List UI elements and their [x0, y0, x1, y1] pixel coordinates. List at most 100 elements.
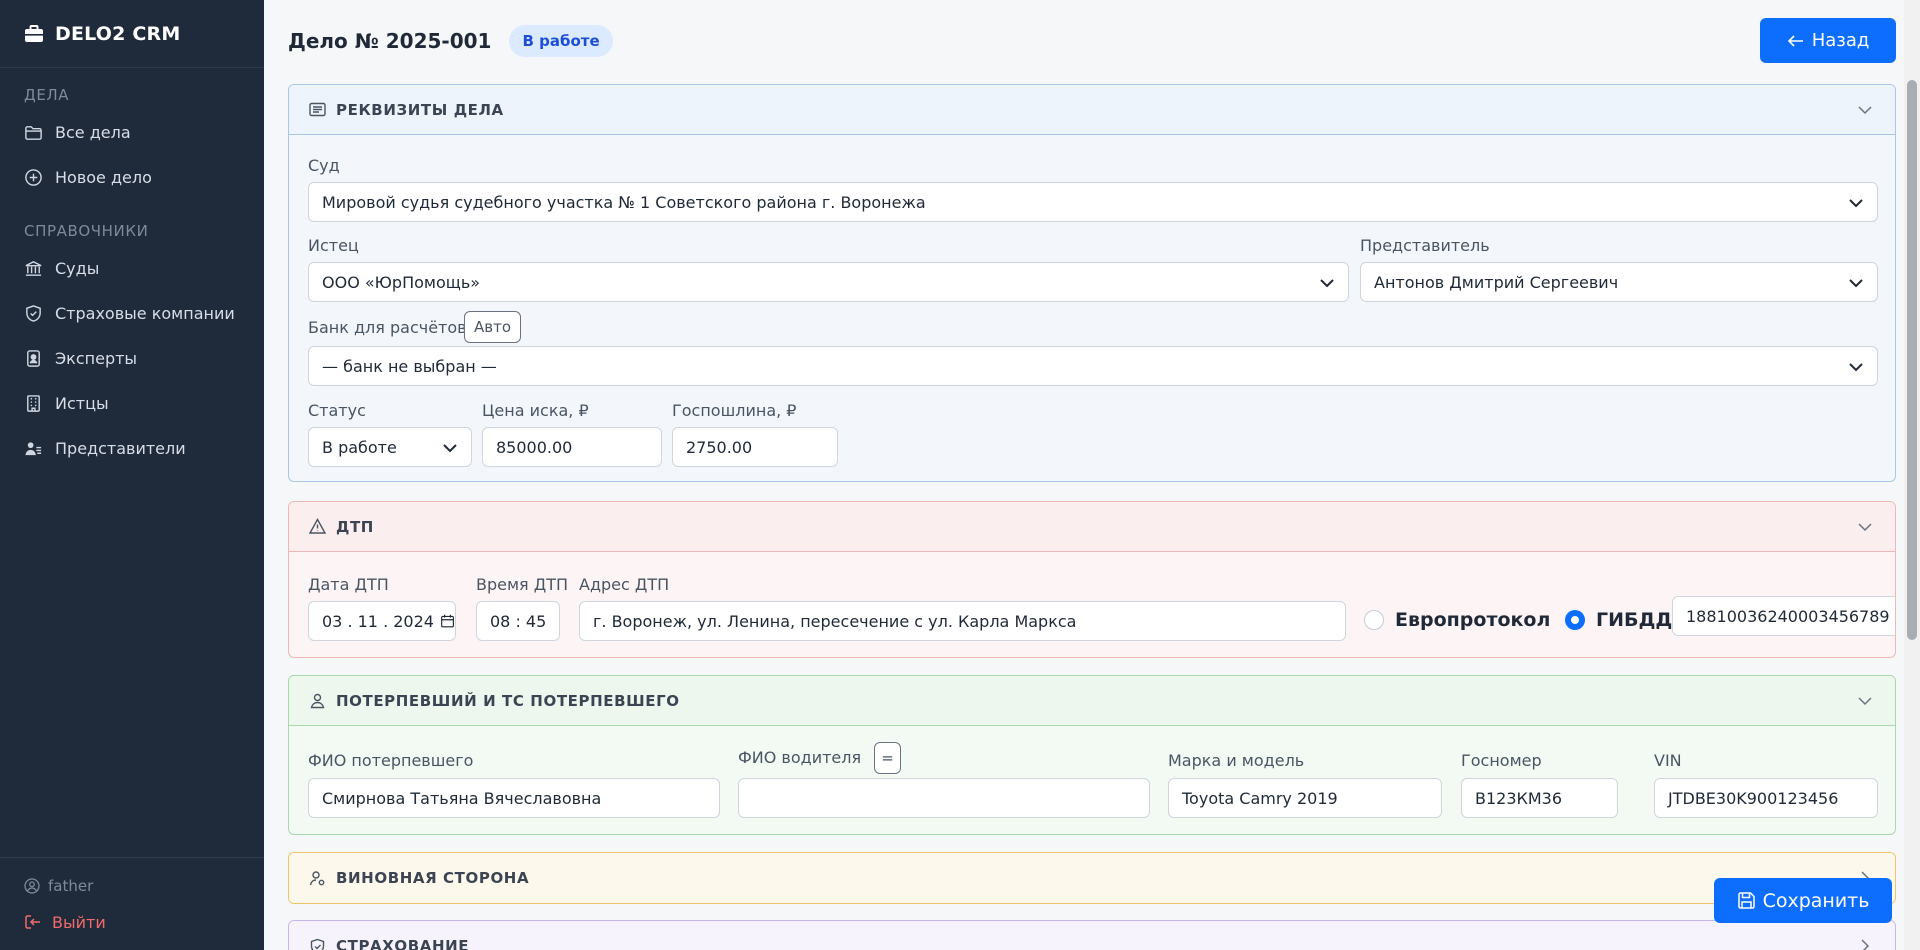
bank-icon: [25, 261, 42, 276]
price-input[interactable]: 85000.00: [482, 427, 662, 467]
gibdd-number-input[interactable]: 18810036240003456789: [1672, 596, 1895, 636]
victim-name-label: ФИО потерпевшего: [308, 751, 474, 770]
vin-value: JTDBE30K900123456: [1668, 788, 1839, 808]
sidebar-item-new-case[interactable]: Новое дело: [0, 155, 264, 200]
sidebar-item-plaintiffs[interactable]: Истцы: [0, 381, 264, 426]
vin-label: VIN: [1654, 751, 1682, 770]
building-icon: [27, 395, 40, 412]
current-user: father: [0, 868, 264, 904]
sidebar-item-courts[interactable]: Суды: [0, 246, 264, 291]
car-model-input[interactable]: Toyota Camry 2019: [1168, 778, 1442, 818]
radio-gibdd[interactable]: ГИБДД: [1565, 609, 1672, 631]
radio-label: ГИБДД: [1596, 609, 1673, 631]
sidebar-item-label: Истцы: [55, 394, 109, 413]
radio-dot: [1364, 610, 1384, 630]
back-button[interactable]: Назад: [1760, 18, 1896, 63]
page-scrollbar[interactable]: [1904, 0, 1920, 950]
insurance-header[interactable]: СТРАХОВАНИЕ: [289, 921, 1895, 950]
victim-name-input[interactable]: Смирнова Татьяна Вячеславовна: [308, 778, 720, 818]
chevron-down-icon: [443, 444, 457, 453]
accident-time-value: 08 : 45: [490, 611, 547, 631]
driver-name-input[interactable]: [738, 778, 1150, 818]
brand-name: DELO2 CRM: [55, 22, 181, 45]
chevron-down-icon: [1858, 697, 1872, 706]
back-button-label: Назад: [1811, 30, 1870, 51]
court-label: Суд: [308, 156, 340, 175]
chevron-down-icon: [1858, 523, 1872, 532]
status-select[interactable]: В работе: [308, 427, 472, 467]
guilty-party-header[interactable]: ВИНОВНАЯ СТОРОНА: [289, 853, 1895, 903]
card-title: ВИНОВНАЯ СТОРОНА: [336, 869, 530, 887]
person-gear-icon: [309, 870, 325, 885]
plate-value: В123КМ36: [1475, 788, 1563, 808]
chevron-down-icon: [1849, 199, 1863, 208]
case-details-card: РЕКВИЗИТЫ ДЕЛА Суд Мировой судья судебно…: [288, 84, 1896, 482]
price-value: 85000.00: [496, 437, 573, 457]
accident-date-input[interactable]: 03 . 11 . 2024: [308, 601, 456, 641]
sidebar-item-label: Страховые компании: [55, 304, 235, 323]
sidebar-item-experts[interactable]: Эксперты: [0, 336, 264, 381]
radio-label: Европротокол: [1395, 609, 1551, 631]
sidebar-item-label: Суды: [55, 259, 100, 278]
username: father: [48, 877, 94, 895]
plate-input[interactable]: В123КМ36: [1461, 778, 1618, 818]
fee-value: 2750.00: [686, 437, 753, 457]
car-model-label: Марка и модель: [1168, 751, 1305, 770]
chevron-down-icon: [1849, 279, 1863, 288]
accident-header[interactable]: ДТП: [289, 502, 1895, 552]
badge-icon: [27, 350, 40, 367]
fee-label: Госпошлина, ₽: [672, 401, 797, 420]
sidebar-item-all-cases[interactable]: Все дела: [0, 110, 264, 155]
brand[interactable]: DELO2 CRM: [0, 0, 264, 68]
victim-name-value: Смирнова Татьяна Вячеславовна: [322, 788, 602, 808]
plaintiff-select[interactable]: ООО «ЮрПомощь»: [308, 262, 1349, 302]
sidebar-item-label: Эксперты: [55, 349, 138, 368]
radio-europrotocol[interactable]: Европротокол: [1364, 609, 1550, 631]
people-icon: [25, 442, 42, 456]
gibdd-number-value: 18810036240003456789: [1686, 606, 1890, 626]
vin-input[interactable]: JTDBE30K900123456: [1654, 778, 1878, 818]
shield-check-icon: [310, 938, 325, 950]
calendar-icon[interactable]: [440, 612, 455, 630]
status-value: В работе: [322, 437, 397, 457]
driver-name-label: ФИО водителя: [738, 748, 862, 767]
copy-victim-button[interactable]: =: [874, 742, 901, 774]
accident-address-input[interactable]: г. Воронеж, ул. Ленина, пересечение с ул…: [579, 601, 1346, 641]
page-title: Дело № 2025-001: [288, 29, 492, 53]
card-title: СТРАХОВАНИЕ: [336, 937, 470, 950]
sidebar-item-label: Все дела: [55, 123, 131, 142]
radio-dot-selected: [1565, 610, 1585, 630]
representative-label: Представитель: [1360, 236, 1490, 255]
accident-card: ДТП Дата ДТП 03 . 11 . 2024 Время ДТП 08…: [288, 501, 1896, 658]
sidebar-item-insurers[interactable]: Страховые компании: [0, 291, 264, 336]
save-button[interactable]: Сохранить: [1714, 878, 1892, 923]
scrollbar-thumb[interactable]: [1907, 80, 1917, 640]
accident-address-label: Адрес ДТП: [579, 575, 670, 594]
victim-header[interactable]: ПОТЕРПЕВШИЙ И ТС ПОТЕРПЕВШЕГО: [289, 676, 1895, 726]
logout-label: Выйти: [52, 912, 106, 932]
logout-icon: [25, 915, 40, 929]
car-model-value: Toyota Camry 2019: [1182, 788, 1338, 808]
sidebar-item-representatives[interactable]: Представители: [0, 426, 264, 471]
folder-icon: [25, 126, 42, 140]
sidebar: DELO2 CRM ДЕЛА Все дела Новое дело СПРАВ…: [0, 0, 264, 950]
page-header: Дело № 2025-001 В работе: [288, 20, 613, 62]
person-icon: [310, 693, 325, 709]
bank-auto-button[interactable]: Авто: [464, 311, 521, 343]
chevron-down-icon: [1849, 363, 1863, 372]
representative-value: Антонов Дмитрий Сергеевич: [1374, 272, 1619, 292]
nav-section-references: СПРАВОЧНИКИ: [24, 222, 149, 240]
representative-select[interactable]: Антонов Дмитрий Сергеевич: [1360, 262, 1878, 302]
bank-select[interactable]: — банк не выбран —: [308, 346, 1878, 386]
briefcase-icon: [25, 24, 43, 42]
chevron-right-icon: [1861, 939, 1870, 950]
logout-button[interactable]: Выйти: [0, 904, 264, 940]
court-select[interactable]: Мировой судья судебного участка № 1 Сове…: [308, 182, 1878, 222]
fee-input[interactable]: 2750.00: [672, 427, 838, 467]
accident-time-input[interactable]: 08 : 45: [476, 601, 560, 641]
sidebar-footer: father Выйти: [0, 857, 264, 950]
card-title: РЕКВИЗИТЫ ДЕЛА: [336, 100, 504, 119]
floppy-disk-icon: [1737, 892, 1755, 909]
guilty-party-card: ВИНОВНАЯ СТОРОНА: [288, 852, 1896, 904]
case-details-header[interactable]: РЕКВИЗИТЫ ДЕЛА: [289, 85, 1895, 135]
